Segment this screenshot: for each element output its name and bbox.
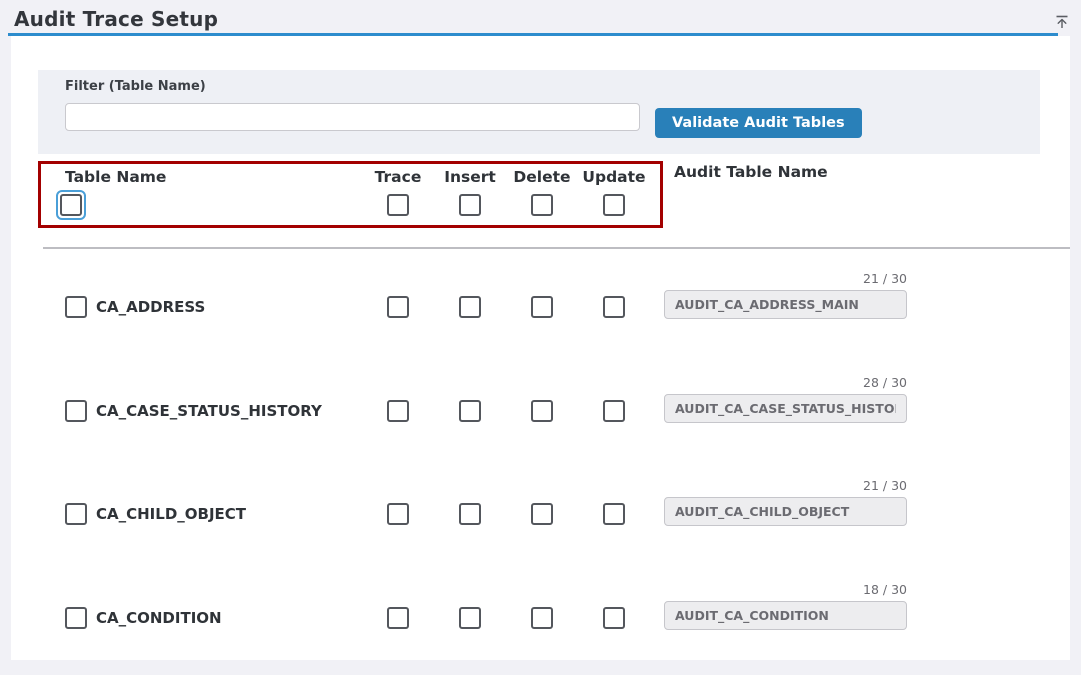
delete-all-checkbox[interactable] xyxy=(531,194,553,216)
column-header-update: Update xyxy=(582,168,645,186)
table-name-label: CA_CASE_STATUS_HISTORY xyxy=(96,402,322,420)
char-counter: 21 / 30 xyxy=(664,478,907,493)
update-checkbox[interactable] xyxy=(603,296,625,318)
delete-checkbox[interactable] xyxy=(531,503,553,525)
table-name-label: CA_CHILD_OBJECT xyxy=(96,505,246,523)
delete-checkbox[interactable] xyxy=(531,296,553,318)
table-name-label: CA_ADDRESS xyxy=(96,298,205,316)
page-title: Audit Trace Setup xyxy=(14,7,218,31)
char-counter: 28 / 30 xyxy=(664,375,907,390)
trace-checkbox[interactable] xyxy=(387,296,409,318)
delete-checkbox[interactable] xyxy=(531,607,553,629)
delete-checkbox[interactable] xyxy=(531,400,553,422)
table-row: CA_CHILD_OBJECT 21 / 30 xyxy=(38,467,1070,571)
update-checkbox[interactable] xyxy=(603,503,625,525)
select-all-checkbox[interactable] xyxy=(60,194,82,216)
trace-checkbox[interactable] xyxy=(387,607,409,629)
row-select-checkbox[interactable] xyxy=(65,503,87,525)
audit-table-name-input[interactable] xyxy=(664,497,907,526)
scroll-to-top-button[interactable] xyxy=(1050,11,1074,35)
update-checkbox[interactable] xyxy=(603,607,625,629)
filter-table-name-input[interactable] xyxy=(65,103,640,131)
column-header-insert: Insert xyxy=(444,168,496,186)
insert-checkbox[interactable] xyxy=(459,296,481,318)
trace-checkbox[interactable] xyxy=(387,400,409,422)
row-select-checkbox[interactable] xyxy=(65,296,87,318)
audit-trace-setup-page: Audit Trace Setup Filter (Table Name) Va… xyxy=(0,0,1081,660)
validate-audit-tables-button[interactable]: Validate Audit Tables xyxy=(655,108,862,138)
update-all-checkbox[interactable] xyxy=(603,194,625,216)
audit-table-name-input[interactable] xyxy=(664,601,907,630)
insert-all-checkbox[interactable] xyxy=(459,194,481,216)
char-counter: 21 / 30 xyxy=(664,271,907,286)
audit-table-name-input[interactable] xyxy=(664,394,907,423)
column-header-audit-table-name: Audit Table Name xyxy=(674,163,828,181)
trace-all-checkbox[interactable] xyxy=(387,194,409,216)
select-all-focus-ring xyxy=(56,190,86,220)
header-checkbox-row xyxy=(38,190,663,220)
row-select-checkbox[interactable] xyxy=(65,607,87,629)
char-counter: 18 / 30 xyxy=(664,582,907,597)
column-header-trace: Trace xyxy=(375,168,422,186)
filter-label: Filter (Table Name) xyxy=(65,79,206,94)
filter-panel: Filter (Table Name) Validate Audit Table… xyxy=(38,70,1040,154)
insert-checkbox[interactable] xyxy=(459,400,481,422)
table-name-label: CA_CONDITION xyxy=(96,609,222,627)
insert-checkbox[interactable] xyxy=(459,503,481,525)
trace-checkbox[interactable] xyxy=(387,503,409,525)
table-header-row: Table Name Trace Insert Delete Update xyxy=(38,168,663,186)
arrow-up-to-line-icon xyxy=(1053,13,1071,34)
table-row: CA_CONDITION 18 / 30 xyxy=(38,571,1070,675)
row-select-checkbox[interactable] xyxy=(65,400,87,422)
table-row: CA_ADDRESS 21 / 30 xyxy=(38,260,1070,364)
header-divider xyxy=(43,247,1070,249)
update-checkbox[interactable] xyxy=(603,400,625,422)
insert-checkbox[interactable] xyxy=(459,607,481,629)
column-header-table-name: Table Name xyxy=(65,168,166,186)
audit-table-name-input[interactable] xyxy=(664,290,907,319)
table-row: CA_CASE_STATUS_HISTORY 28 / 30 xyxy=(38,364,1070,468)
column-header-delete: Delete xyxy=(513,168,570,186)
